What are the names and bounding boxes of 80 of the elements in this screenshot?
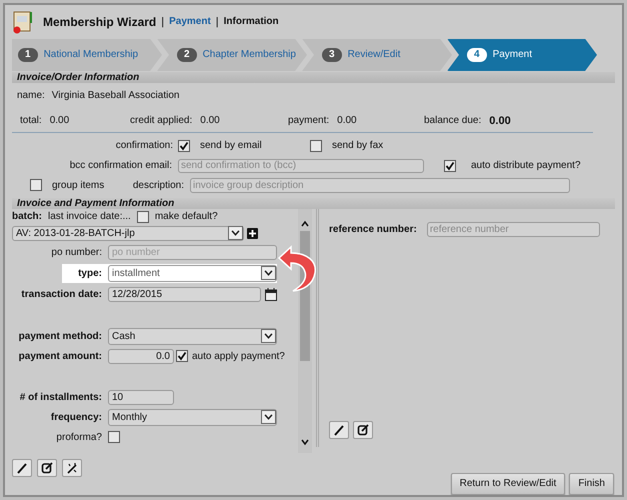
installments-field[interactable]: 10 xyxy=(108,390,174,405)
field-label: payment amount: xyxy=(18,350,102,364)
scroll-down-icon[interactable] xyxy=(300,436,310,447)
bcc-email-field[interactable]: send confirmation to (bcc) xyxy=(178,158,424,173)
reference-number-field[interactable]: reference number xyxy=(426,222,600,237)
field-label: # of installments: xyxy=(18,390,102,405)
wand-button[interactable] xyxy=(62,458,82,477)
description-field[interactable]: invoice group description xyxy=(190,178,570,193)
field-label: bcc confirmation email: xyxy=(68,159,172,174)
checkbox-label: send by email xyxy=(200,139,262,154)
field-label: description: xyxy=(132,178,184,193)
wand-icon xyxy=(66,462,78,474)
dropdown-caret-icon[interactable] xyxy=(261,410,276,424)
po-number-field[interactable]: po number xyxy=(108,244,277,260)
brush-icon xyxy=(333,424,345,436)
brush-icon xyxy=(16,462,28,474)
action-button[interactable]: Return to Review/Edit xyxy=(450,472,566,495)
checkbox-label: send by fax xyxy=(332,139,384,154)
field-label: po number: xyxy=(50,246,102,260)
checkbox[interactable] xyxy=(310,140,322,152)
edit-icon xyxy=(41,462,53,474)
brush-button[interactable] xyxy=(329,420,349,439)
dropdown-field[interactable]: Monthly xyxy=(108,408,277,426)
checkbox[interactable] xyxy=(30,179,42,192)
dropdown-caret-icon[interactable] xyxy=(261,266,276,280)
breadcrumb-current: Information xyxy=(224,15,279,30)
field-label: type: xyxy=(77,266,102,281)
dropdown-caret-icon[interactable] xyxy=(261,329,276,344)
field-label: reference number: xyxy=(329,222,417,237)
date-field[interactable]: 12/28/2015 xyxy=(108,286,261,302)
breadcrumb-separator: | xyxy=(216,14,219,30)
edit-button[interactable] xyxy=(37,458,57,477)
dropdown-field[interactable]: installment xyxy=(108,264,277,282)
breadcrumb-separator: | xyxy=(161,14,164,30)
checkbox-label: auto distribute payment? xyxy=(471,159,581,174)
add-icon[interactable] xyxy=(247,228,258,239)
wizard-step-tab[interactable]: 4 Payment xyxy=(447,38,597,72)
section-header: Invoice and Payment Information xyxy=(12,198,615,209)
field-label: frequency: xyxy=(50,410,102,425)
checkbox[interactable] xyxy=(136,210,149,223)
edit-icon xyxy=(357,424,369,436)
dropdown-caret-icon[interactable] xyxy=(228,226,243,240)
total-label: balance due: xyxy=(424,114,482,128)
edit-button[interactable] xyxy=(353,420,373,439)
wizard-step-tab[interactable]: 3 Review/Edit xyxy=(302,38,452,72)
member-name: Virginia Baseball Association xyxy=(52,89,180,104)
field-label: batch: xyxy=(12,210,42,224)
wizard-step-tab[interactable]: 1 National Membership xyxy=(12,38,162,72)
total-label: credit applied: xyxy=(130,114,192,128)
scroll-up-icon[interactable] xyxy=(300,218,310,229)
brush-button[interactable] xyxy=(12,458,32,477)
checkbox-label: group items xyxy=(52,178,104,193)
calendar-icon[interactable] xyxy=(265,288,277,301)
checkbox-label: make default? xyxy=(154,210,218,224)
checkbox[interactable] xyxy=(108,431,120,444)
breadcrumb-link[interactable]: Payment xyxy=(169,14,211,30)
curved-arrow-icon xyxy=(277,245,319,293)
field-label: proforma? xyxy=(55,430,102,445)
field-label: transaction date: xyxy=(20,288,102,302)
field-label: payment method: xyxy=(18,330,102,344)
field-label: last invoice date:... xyxy=(48,210,131,224)
checkbox[interactable] xyxy=(176,350,188,362)
dropdown-field[interactable]: Cash xyxy=(108,328,277,345)
section-header: Invoice/Order Information xyxy=(12,72,615,84)
wizard-step-tab[interactable]: 2 Chapter Membership xyxy=(157,38,307,72)
total-label: payment: xyxy=(288,114,330,128)
amount-field[interactable]: 0.0 xyxy=(108,348,174,364)
wizard-title: Membership Wizard xyxy=(43,14,156,31)
total-value: 0.00 xyxy=(200,114,220,128)
checkbox-label: auto apply payment? xyxy=(192,350,285,364)
total-value: 0.00 xyxy=(489,114,511,130)
batch-dropdown[interactable]: AV: 2013-01-28-BATCH-jlp xyxy=(12,226,244,241)
total-value: 0.00 xyxy=(337,114,357,128)
checkbox[interactable] xyxy=(178,140,190,152)
total-label: total: xyxy=(20,114,42,128)
total-value: 0.00 xyxy=(50,114,70,128)
field-label: name: xyxy=(17,89,45,104)
field-label: confirmation: xyxy=(114,139,173,154)
action-button[interactable]: Finish xyxy=(569,472,614,495)
checkbox[interactable] xyxy=(444,160,456,172)
